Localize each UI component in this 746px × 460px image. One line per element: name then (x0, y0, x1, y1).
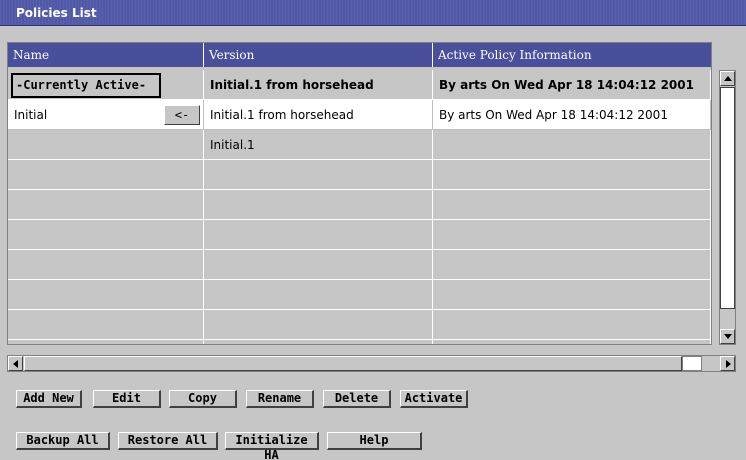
scroll-left-button[interactable] (8, 356, 23, 371)
arrow-right-icon (726, 360, 731, 368)
horizontal-scroll-thumb[interactable] (24, 356, 682, 371)
version-cell: Initial.1 from horsehead (204, 100, 433, 130)
initialize-ha-button[interactable]: Initialize HA (225, 432, 319, 460)
copy-button[interactable]: Copy (169, 390, 237, 408)
empty-row (8, 250, 711, 280)
table-row[interactable]: Initial.1 (8, 130, 711, 160)
arrow-left-icon (13, 360, 18, 368)
name-cell: -Currently Active- (8, 70, 204, 100)
version-cell: Initial.1 (204, 130, 433, 160)
scroll-up-button[interactable] (720, 71, 735, 86)
scroll-down-button[interactable] (720, 329, 735, 344)
info-cell: By arts On Wed Apr 18 14:04:12 2001 (433, 70, 711, 100)
table-row-currently-active[interactable]: -Currently Active- Initial.1 from horseh… (8, 70, 711, 100)
name-cell (8, 130, 204, 160)
currently-active-label: -Currently Active- (11, 73, 161, 98)
vertical-scroll-thumb[interactable] (720, 87, 735, 309)
arrow-up-icon (724, 76, 732, 81)
select-version-button[interactable]: <- (164, 105, 200, 125)
empty-row (8, 190, 711, 220)
empty-row (8, 160, 711, 190)
scroll-right-button[interactable] (720, 356, 735, 371)
info-cell: By arts On Wed Apr 18 14:04:12 2001 (433, 100, 711, 130)
empty-row (8, 340, 711, 344)
edit-button[interactable]: Edit (93, 390, 161, 408)
table-row[interactable]: Initial <- Initial.1 from horsehead By a… (8, 100, 711, 130)
backup-all-button[interactable]: Backup All (16, 432, 110, 450)
empty-row (8, 280, 711, 310)
window-title: Policies List (0, 0, 746, 26)
info-cell (433, 130, 711, 160)
vertical-scrollbar[interactable] (719, 70, 736, 345)
version-cell: Initial.1 from horsehead (204, 70, 433, 100)
restore-all-button[interactable]: Restore All (118, 432, 218, 450)
empty-row (8, 310, 711, 340)
arrow-down-icon (724, 334, 732, 339)
activate-button[interactable]: Activate (400, 390, 468, 408)
horizontal-scroll-track[interactable] (682, 356, 702, 371)
column-header-name[interactable]: Name (8, 43, 204, 67)
policy-name: Initial (14, 108, 48, 122)
column-header-active-info[interactable]: Active Policy Information (433, 43, 711, 67)
horizontal-scrollbar[interactable] (7, 355, 736, 372)
name-cell: Initial <- (8, 100, 204, 130)
rename-button[interactable]: Rename (246, 390, 314, 408)
policies-table: Name Version Active Policy Information -… (7, 42, 712, 345)
add-new-button[interactable]: Add New (16, 390, 82, 408)
delete-button[interactable]: Delete (323, 390, 391, 408)
empty-row (8, 220, 711, 250)
column-header-version[interactable]: Version (204, 43, 433, 67)
help-button[interactable]: Help (327, 432, 422, 450)
